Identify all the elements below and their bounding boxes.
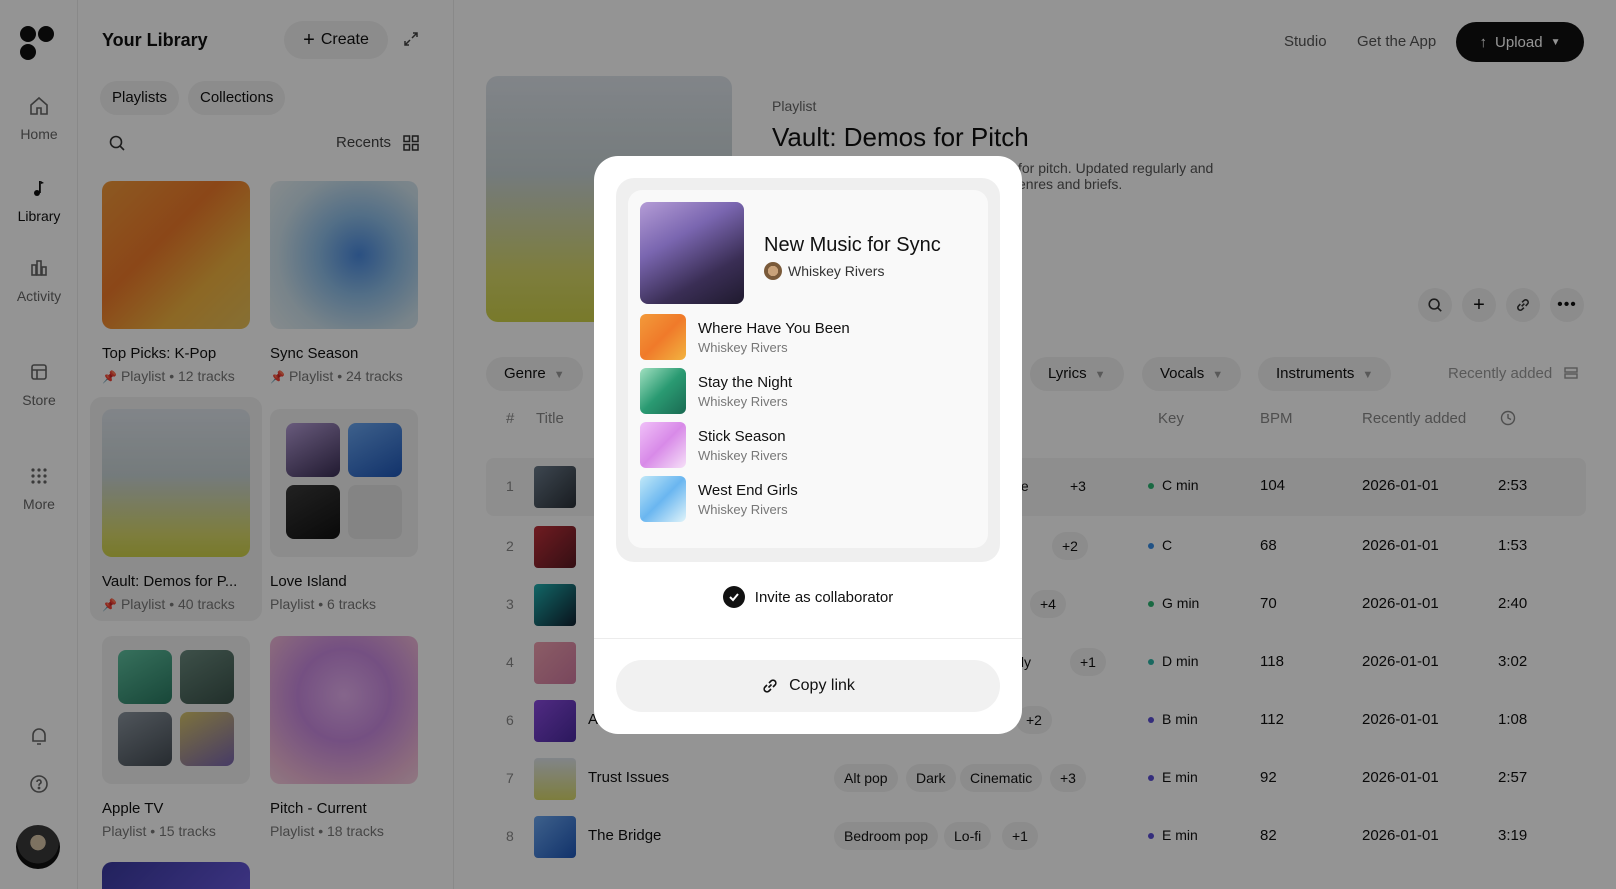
track-thumb <box>640 314 686 360</box>
preview-title: New Music for Sync <box>764 234 941 256</box>
copy-link-button[interactable]: Copy link <box>616 660 1000 712</box>
modal-divider <box>594 638 1022 639</box>
preview-track: West End Girls Whiskey Rivers <box>640 476 980 522</box>
preview-cover <box>640 202 744 304</box>
track-name: Where Have You Been <box>698 320 850 337</box>
playlist-preview: New Music for Sync Whiskey Rivers Where … <box>616 178 1000 562</box>
track-artist: Whiskey Rivers <box>698 394 788 409</box>
track-thumb <box>640 476 686 522</box>
owner-avatar <box>764 262 782 280</box>
track-artist: Whiskey Rivers <box>698 448 788 463</box>
copy-link-label: Copy link <box>789 677 855 694</box>
preview-card: New Music for Sync Whiskey Rivers Where … <box>628 190 988 548</box>
preview-owner: Whiskey Rivers <box>764 262 884 280</box>
checkmark-icon[interactable] <box>722 586 745 608</box>
invite-label: Invite as collaborator <box>754 588 894 606</box>
owner-name: Whiskey Rivers <box>788 263 885 279</box>
preview-track: Stay the Night Whiskey Rivers <box>640 368 980 414</box>
track-thumb <box>640 422 686 468</box>
link-icon <box>763 679 777 693</box>
track-name: West End Girls <box>698 482 798 499</box>
track-name: Stay the Night <box>698 374 793 391</box>
track-thumb <box>640 368 686 414</box>
track-artist: Whiskey Rivers <box>698 340 788 355</box>
invite-collaborator-toggle[interactable]: Invite as collaborator <box>594 582 1022 612</box>
share-modal: New Music for Sync Whiskey Rivers Where … <box>594 156 1022 734</box>
preview-track: Stick Season Whiskey Rivers <box>640 422 980 468</box>
track-artist: Whiskey Rivers <box>698 502 788 517</box>
track-name: Stick Season <box>698 428 786 445</box>
preview-track: Where Have You Been Whiskey Rivers <box>640 314 980 360</box>
